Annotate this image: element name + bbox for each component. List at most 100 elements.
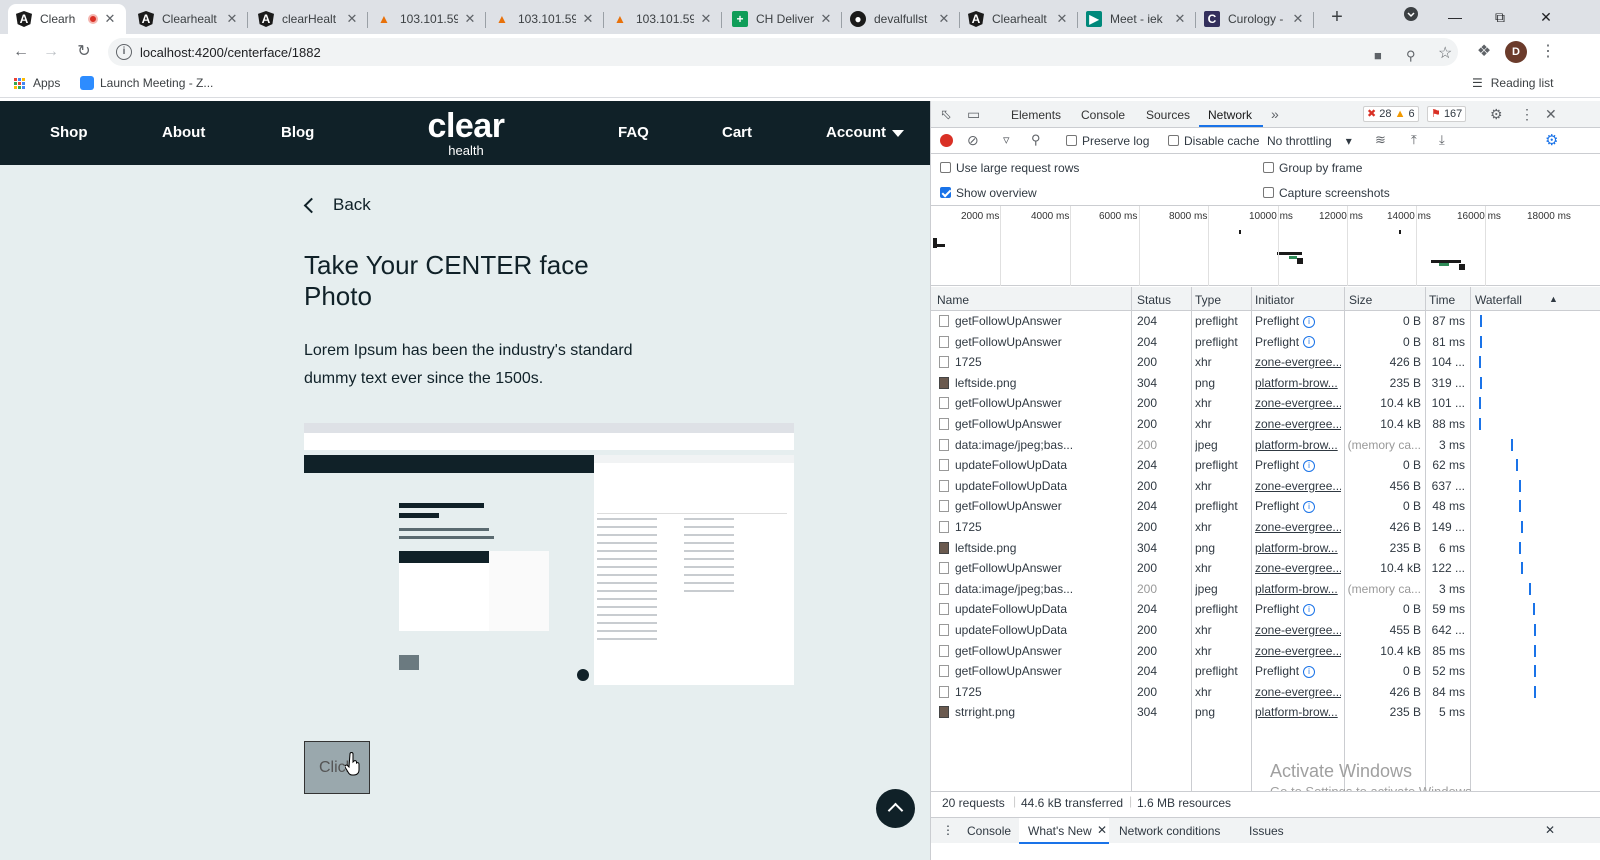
preflight-info-icon[interactable]: i xyxy=(1303,459,1316,472)
site-info-icon[interactable]: i xyxy=(116,44,132,60)
request-initiator[interactable]: zone-evergree... xyxy=(1255,644,1341,658)
request-initiator[interactable]: zone-evergree... xyxy=(1255,685,1341,699)
request-initiator[interactable]: zone-evergree... xyxy=(1255,623,1341,637)
url-text[interactable]: localhost:4200/centerface/1882 xyxy=(140,45,321,60)
show-overview-checkbox[interactable] xyxy=(940,187,951,199)
network-request-row[interactable]: updateFollowUpData 200 xhr zone-evergree...… xyxy=(931,476,1600,497)
request-initiator[interactable]: platform-brow... xyxy=(1255,438,1341,452)
request-initiator[interactable]: zone-evergree... xyxy=(1255,396,1341,410)
network-request-row[interactable]: updateFollowUpData 204 preflight Preflight i… xyxy=(931,599,1600,620)
throttling-select[interactable]: No throttling ▾ xyxy=(1267,134,1352,148)
browser-tab[interactable]: ▲ 103.101.59 ✕ xyxy=(368,4,486,34)
browser-tab[interactable]: A Clearh ✕ xyxy=(8,4,126,34)
network-request-row[interactable]: data:image/jpeg;bas... 200 jpeg platform-br… xyxy=(931,435,1600,456)
network-request-row[interactable]: 1725 200 xhr zone-evergree... 426 B 104 ... xyxy=(931,352,1600,373)
drawer-tab-console[interactable]: Console xyxy=(967,824,1011,838)
network-settings-icon[interactable]: ⚙ xyxy=(1545,131,1558,149)
bookmark-star-icon[interactable]: ☆ xyxy=(1438,43,1452,63)
network-request-row[interactable]: 1725 200 xhr zone-evergree... 426 B 149 ... xyxy=(931,517,1600,538)
request-initiator[interactable]: zone-evergree... xyxy=(1255,355,1341,369)
browser-tab[interactable]: ▲ 103.101.59 ✕ xyxy=(604,4,722,34)
drawer-tab-issues[interactable]: Issues xyxy=(1249,824,1284,838)
request-initiator[interactable]: zone-evergree... xyxy=(1255,479,1341,493)
sort-asc-icon[interactable]: ▲ xyxy=(1549,294,1558,304)
search-icon[interactable]: ⚲ xyxy=(1031,132,1041,148)
network-request-row[interactable]: strright.png 304 png platform-brow... 235 B 5… xyxy=(931,702,1600,723)
error-warning-counter[interactable]: ✖ 28 ▲ 6 xyxy=(1363,106,1419,122)
request-initiator[interactable]: platform-brow... xyxy=(1255,376,1341,390)
capture-screens-checkbox[interactable] xyxy=(1263,187,1274,199)
bookmark-launch-meeting[interactable]: Launch Meeting - Z... xyxy=(80,76,213,90)
nav-about[interactable]: About xyxy=(162,124,205,141)
tab-console[interactable]: Console xyxy=(1081,108,1125,122)
devtools-menu-icon[interactable]: ⋮ xyxy=(1520,106,1534,123)
col-waterfall[interactable]: Waterfall xyxy=(1475,293,1522,307)
profile-avatar[interactable]: D xyxy=(1505,41,1527,63)
nav-account[interactable]: Account xyxy=(826,124,904,141)
browser-menu-icon[interactable]: ⋮ xyxy=(1537,41,1559,63)
browser-tab[interactable]: + CH Deliver ✕ xyxy=(724,4,842,34)
network-request-row[interactable]: 1725 200 xhr zone-evergree... 426 B 84 ms xyxy=(931,682,1600,703)
network-request-row[interactable]: getFollowUpAnswer 200 xhr zone-evergree... 1… xyxy=(931,641,1600,662)
preflight-info-icon[interactable]: i xyxy=(1303,604,1316,617)
close-tab-icon[interactable]: ✕ xyxy=(344,11,360,27)
reload-icon[interactable]: ↻ xyxy=(73,41,95,63)
network-request-row[interactable]: updateFollowUpData 200 xhr zone-evergree...… xyxy=(931,620,1600,641)
show-overview-option[interactable]: Show overview xyxy=(940,186,1037,200)
issues-counter[interactable]: ⚑ 167 xyxy=(1427,106,1467,122)
devtools-close-icon[interactable]: ✕ xyxy=(1545,106,1557,123)
drawer-tab-whats-new[interactable]: What's New ✕ xyxy=(1019,818,1109,844)
browser-tab[interactable]: ▲ 103.101.59 ✕ xyxy=(486,4,604,34)
disable-cache-checkbox[interactable] xyxy=(1168,135,1179,147)
restore-icon[interactable]: ⧉ xyxy=(1489,6,1511,28)
network-request-row[interactable]: getFollowUpAnswer 204 preflight Preflight i 0… xyxy=(931,661,1600,682)
network-request-row[interactable]: getFollowUpAnswer 200 xhr zone-evergree... 1… xyxy=(931,393,1600,414)
network-request-row[interactable]: leftside.png 304 png platform-brow... 235 B 6… xyxy=(931,538,1600,559)
minimize-icon[interactable]: — xyxy=(1444,6,1466,28)
network-request-row[interactable]: data:image/jpeg;bas... 200 jpeg platform-br… xyxy=(931,579,1600,600)
browser-tab[interactable]: ▶ Meet - iek ✕ xyxy=(1078,4,1196,34)
close-tab-icon[interactable]: ✕ xyxy=(462,11,478,27)
network-request-row[interactable]: updateFollowUpData 204 preflight Preflight i… xyxy=(931,455,1600,476)
back-link[interactable]: Back xyxy=(302,195,371,215)
col-status[interactable]: Status xyxy=(1137,293,1171,307)
request-initiator[interactable]: platform-brow... xyxy=(1255,541,1341,555)
network-request-row[interactable]: getFollowUpAnswer 200 xhr zone-evergree... 1… xyxy=(931,414,1600,435)
bookmark-apps[interactable]: Apps xyxy=(14,76,60,90)
tab-elements[interactable]: Elements xyxy=(1011,108,1061,122)
browser-tab[interactable]: C Curology - ✕ xyxy=(1196,4,1314,34)
inspect-element-icon[interactable]: ⬁ xyxy=(940,106,952,123)
reading-list-button[interactable]: ☰ Reading list xyxy=(1472,76,1553,90)
preserve-log-checkbox[interactable] xyxy=(1066,135,1077,147)
tab-network[interactable]: Network xyxy=(1208,108,1252,122)
back-arrow-icon[interactable]: ← xyxy=(10,41,32,63)
import-har-icon[interactable]: ⤒ xyxy=(1411,132,1417,148)
group-frame-checkbox[interactable] xyxy=(1263,162,1274,174)
close-tab-icon[interactable]: ✕ xyxy=(698,11,714,27)
close-tab-icon[interactable]: ✕ xyxy=(580,11,596,27)
group-frame-option[interactable]: Group by frame xyxy=(1263,161,1362,175)
forward-arrow-icon[interactable]: → xyxy=(40,41,62,63)
network-request-row[interactable]: getFollowUpAnswer 204 preflight Preflight i 0… xyxy=(931,332,1600,353)
col-initiator[interactable]: Initiator xyxy=(1255,293,1294,307)
record-icon[interactable] xyxy=(940,134,953,147)
col-name[interactable]: Name xyxy=(937,293,969,307)
filter-icon[interactable]: ▿ xyxy=(1003,132,1010,148)
drawer-tab-network-conditions[interactable]: Network conditions xyxy=(1119,824,1220,838)
preflight-info-icon[interactable]: i xyxy=(1303,315,1316,328)
drawer-close-icon[interactable]: ✕ xyxy=(1545,823,1555,837)
preflight-info-icon[interactable]: i xyxy=(1303,501,1316,514)
network-conditions-icon[interactable]: ≋ xyxy=(1375,132,1386,148)
devtools-settings-icon[interactable]: ⚙ xyxy=(1490,106,1503,123)
browser-tab[interactable]: A Clearhealt ✕ xyxy=(130,4,248,34)
preflight-info-icon[interactable]: i xyxy=(1303,336,1316,349)
close-tab-icon[interactable]: ✕ xyxy=(1097,823,1107,837)
close-window-icon[interactable]: ✕ xyxy=(1535,6,1557,28)
device-toolbar-icon[interactable]: ▭ xyxy=(967,106,980,123)
preserve-log-toggle[interactable]: Preserve log xyxy=(1066,134,1149,148)
request-initiator[interactable]: zone-evergree... xyxy=(1255,520,1341,534)
request-initiator[interactable]: platform-brow... xyxy=(1255,582,1341,596)
col-time[interactable]: Time xyxy=(1429,293,1455,307)
camera-icon[interactable]: ■ xyxy=(1374,48,1382,63)
close-tab-icon[interactable]: ✕ xyxy=(1172,11,1188,27)
